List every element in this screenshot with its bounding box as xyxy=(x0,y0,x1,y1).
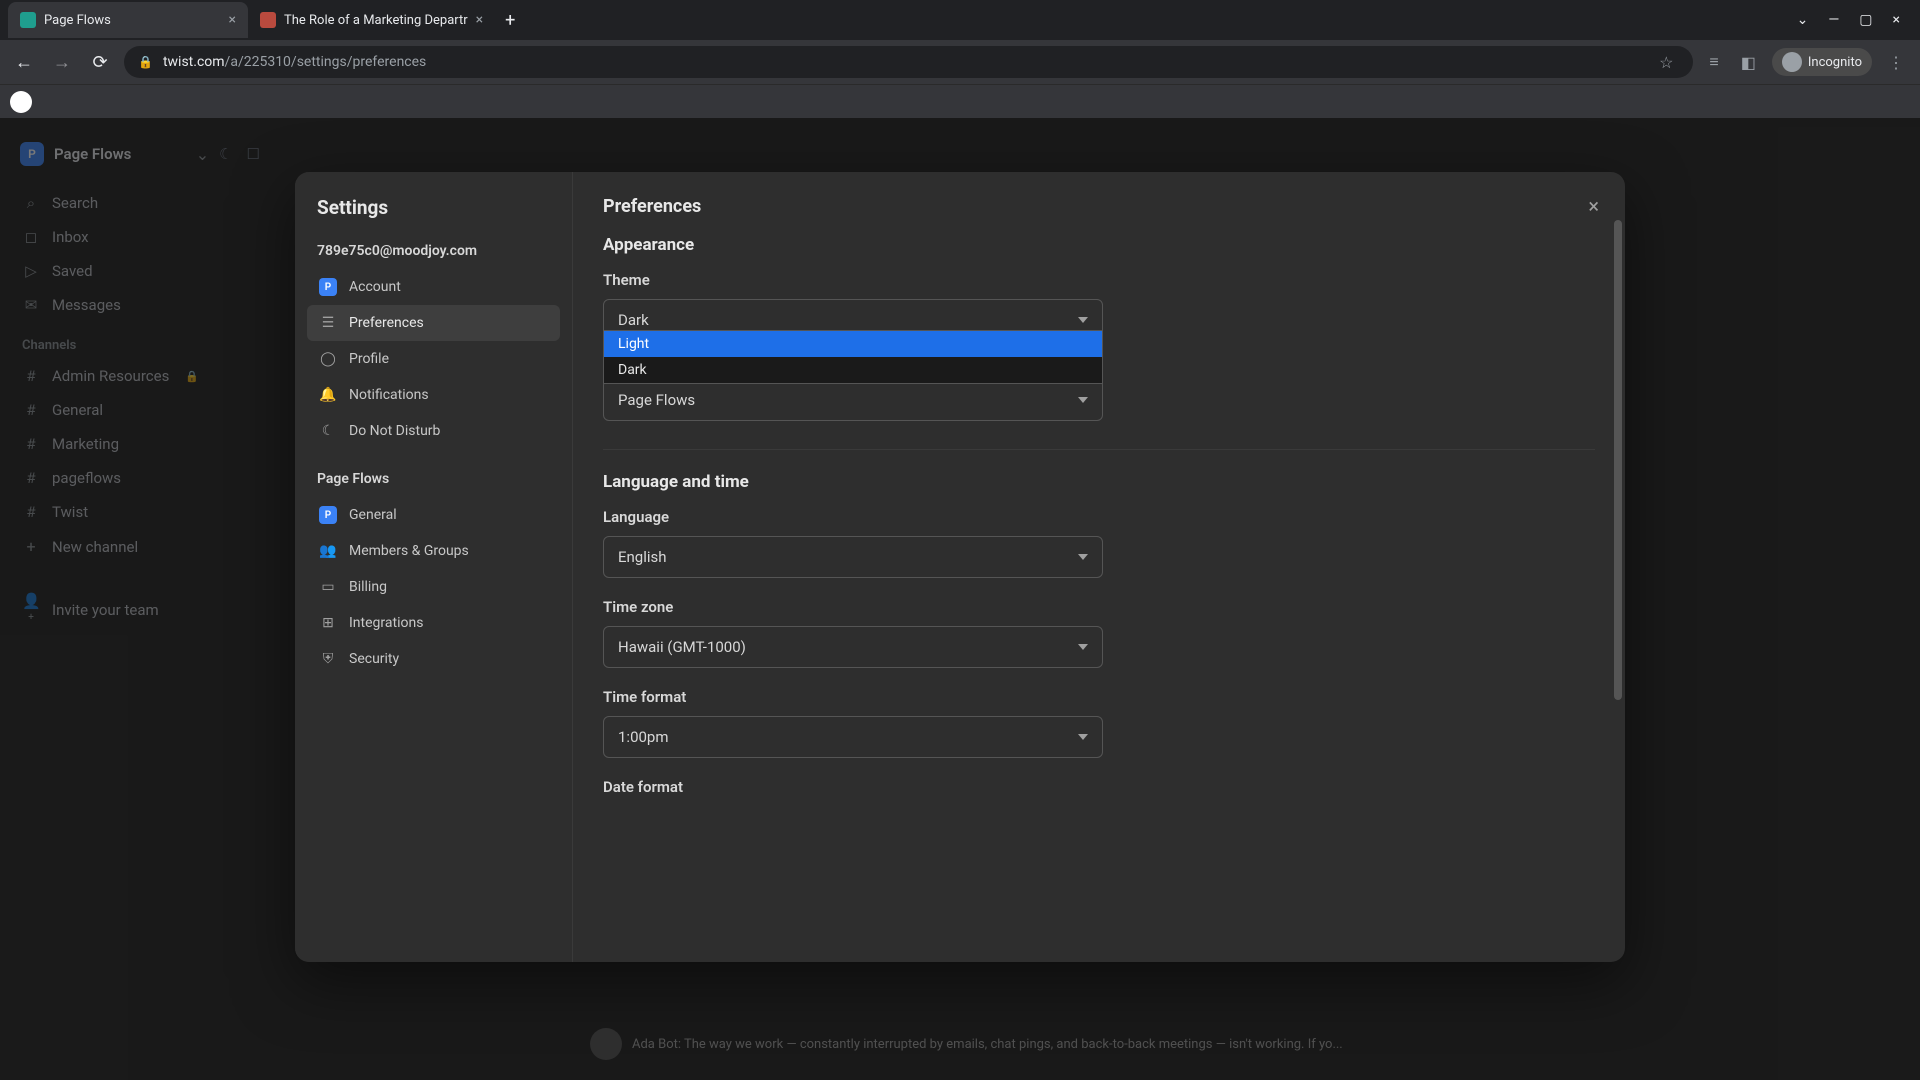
settings-team-label: Page Flows xyxy=(307,449,560,497)
kebab-menu-icon[interactable]: ⋮ xyxy=(1882,53,1910,72)
theme-label: Theme xyxy=(603,271,1595,289)
minimize-icon[interactable]: — xyxy=(1828,12,1839,28)
settings-nav-account[interactable]: P Account xyxy=(307,269,560,305)
settings-modal: Settings 789e75c0@moodjoy.com P Account … xyxy=(295,172,1625,962)
timezone-select[interactable]: Hawaii (GMT-1000) xyxy=(603,626,1103,668)
appearance-heading: Appearance xyxy=(603,235,1595,255)
shield-icon: ⛨ xyxy=(319,650,337,668)
incognito-icon xyxy=(1782,52,1802,72)
url-bar: ← → ⟳ 🔒 twist.com/a/225310/settings/pref… xyxy=(0,40,1920,84)
tab-close-icon[interactable]: × xyxy=(476,12,483,28)
settings-nav-integrations[interactable]: ⊞ Integrations xyxy=(307,605,560,641)
scrollbar-thumb[interactable] xyxy=(1614,220,1622,700)
divider xyxy=(603,449,1595,450)
team-avatar-small: P xyxy=(319,506,337,524)
theme-dropdown-menu: Light Dark xyxy=(603,330,1103,384)
reading-list-icon[interactable]: ≡ xyxy=(1703,52,1724,72)
settings-nav-billing[interactable]: ▭ Billing xyxy=(307,569,560,605)
settings-sidebar: Settings 789e75c0@moodjoy.com P Account … xyxy=(295,172,573,962)
reload-button[interactable]: ⟳ xyxy=(86,52,114,73)
favicon xyxy=(260,12,276,28)
tab-title: Page Flows xyxy=(44,13,221,28)
account-avatar: P xyxy=(319,278,337,296)
settings-nav-general[interactable]: P General xyxy=(307,497,560,533)
maximize-icon[interactable]: ▢ xyxy=(1859,12,1872,28)
scrollbar[interactable] xyxy=(1614,220,1622,940)
settings-nav-dnd[interactable]: ☾ Do Not Disturb xyxy=(307,413,560,449)
bot-avatar xyxy=(590,1028,622,1060)
theme-option-dark[interactable]: Dark xyxy=(604,357,1102,383)
settings-nav-preferences[interactable]: ☰ Preferences xyxy=(307,305,560,341)
forward-button[interactable]: → xyxy=(48,52,76,73)
chevron-down-icon[interactable]: ⌄ xyxy=(1797,12,1809,28)
favicon xyxy=(20,12,36,28)
bell-icon: 🔔 xyxy=(319,386,337,404)
new-tab-button[interactable]: + xyxy=(495,10,525,31)
timeformat-select[interactable]: 1:00pm xyxy=(603,716,1103,758)
background-message: Ada Bot: The way we work — constantly in… xyxy=(590,1028,1343,1060)
preferences-title: Preferences xyxy=(603,196,1595,217)
settings-content: × Preferences Appearance Theme Dark Ligh… xyxy=(573,172,1625,962)
address-bar[interactable]: 🔒 twist.com/a/225310/settings/preference… xyxy=(124,46,1693,78)
person-icon: ◯ xyxy=(319,350,337,368)
theme-option-light[interactable]: Light xyxy=(604,331,1102,357)
bookmarks-bar xyxy=(0,84,1920,118)
language-label: Language xyxy=(603,508,1595,526)
moon-icon: ☾ xyxy=(319,422,337,440)
timezone-label: Time zone xyxy=(603,598,1595,616)
settings-nav-security[interactable]: ⛨ Security xyxy=(307,641,560,677)
close-modal-button[interactable]: × xyxy=(1588,194,1599,218)
tab-bar: Page Flows × The Role of a Marketing Dep… xyxy=(0,0,1920,40)
back-button[interactable]: ← xyxy=(10,52,38,73)
settings-nav-members[interactable]: 👥 Members & Groups xyxy=(307,533,560,569)
incognito-badge[interactable]: Incognito xyxy=(1772,48,1872,76)
bookmark-google[interactable] xyxy=(10,91,32,113)
settings-title: Settings xyxy=(307,196,560,237)
grid-icon: ⊞ xyxy=(319,614,337,632)
sliders-icon: ☰ xyxy=(319,314,337,332)
timeformat-label: Time format xyxy=(603,688,1595,706)
lock-icon: 🔒 xyxy=(138,55,153,69)
default-team-select[interactable]: Page Flows xyxy=(603,379,1103,421)
browser-tab-1[interactable]: Page Flows × xyxy=(8,2,248,38)
browser-tab-2[interactable]: The Role of a Marketing Departr × xyxy=(248,2,495,38)
card-icon: ▭ xyxy=(319,578,337,596)
language-time-heading: Language and time xyxy=(603,472,1595,492)
browser-chrome: Page Flows × The Role of a Marketing Dep… xyxy=(0,0,1920,118)
settings-nav-notifications[interactable]: 🔔 Notifications xyxy=(307,377,560,413)
settings-email: 789e75c0@moodjoy.com xyxy=(307,237,560,269)
close-window-icon[interactable]: × xyxy=(1893,12,1900,28)
app-viewport: P Page Flows ⌄ ☾ ☐ ⌕Search ◻Inbox ▷Saved… xyxy=(0,118,1920,1080)
people-icon: 👥 xyxy=(319,542,337,560)
settings-nav-profile[interactable]: ◯ Profile xyxy=(307,341,560,377)
language-select[interactable]: English xyxy=(603,536,1103,578)
dateformat-label: Date format xyxy=(603,778,1595,796)
tab-close-icon[interactable]: × xyxy=(229,12,236,28)
url-text: twist.com/a/225310/settings/preferences xyxy=(163,54,1643,70)
tab-title: The Role of a Marketing Departr xyxy=(284,13,468,28)
side-panel-icon[interactable]: ◧ xyxy=(1735,53,1762,72)
window-controls: ⌄ — ▢ × xyxy=(1797,12,1912,28)
bookmark-star-icon[interactable]: ☆ xyxy=(1653,53,1679,72)
